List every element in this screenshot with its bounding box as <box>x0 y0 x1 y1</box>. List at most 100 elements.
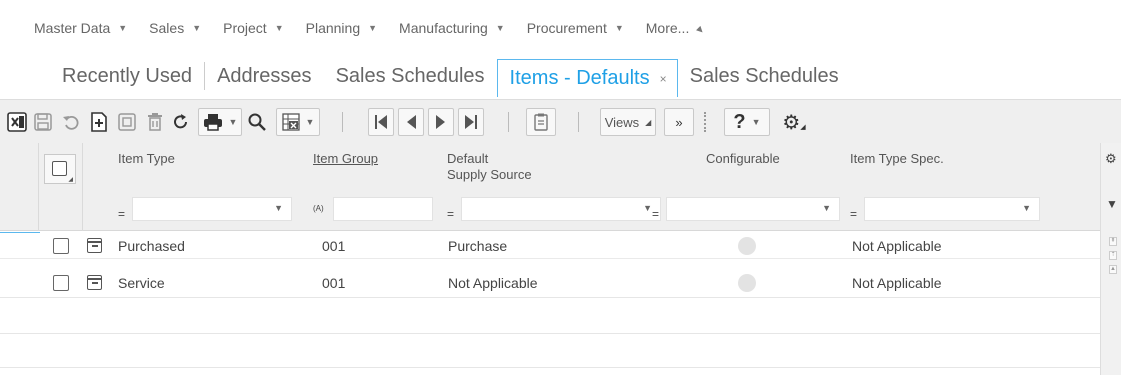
last-record-button[interactable] <box>458 108 484 136</box>
chevron-down-icon: ▼ <box>751 117 761 127</box>
grid-header: ◢ Item Type Item Group Default Supply So… <box>0 143 1121 231</box>
cell-item-type-spec: Not Applicable <box>852 238 942 254</box>
main-menu: Master Data ▼ Sales ▼ Project ▼ Planning ▼ M… <box>34 18 728 38</box>
filter-configurable: = ▼ <box>652 195 840 221</box>
chevron-down-icon: ▼ <box>192 23 202 33</box>
more-actions-button[interactable]: » <box>664 108 694 136</box>
col-item-type[interactable]: Item Type <box>118 151 175 167</box>
tab-recently-used[interactable]: Recently Used <box>62 62 206 90</box>
print-button[interactable]: ▼ <box>198 108 242 136</box>
new-record-icon[interactable] <box>88 108 110 136</box>
filter-item-type: = ▼ <box>118 195 292 221</box>
notes-button[interactable] <box>526 108 556 136</box>
scroll-up-icon[interactable]: ▲ <box>1109 265 1117 274</box>
spreadsheet-icon <box>281 113 300 131</box>
filter-item-type-input[interactable]: ▼ <box>132 197 292 221</box>
filter-item-type-spec: = ▼ <box>850 195 1040 221</box>
filter-item-type-spec-input[interactable]: ▼ <box>864 197 1040 221</box>
cell-item-type: Purchased <box>118 238 185 254</box>
toolbar-divider <box>508 112 509 132</box>
first-record-button[interactable] <box>368 108 394 136</box>
settings-gear-icon[interactable]: ⚙ ◢ <box>778 108 810 136</box>
cell-item-group: 001 <box>322 238 346 254</box>
col-item-group[interactable]: Item Group <box>313 151 378 167</box>
printer-icon <box>203 113 223 131</box>
filter-configurable-input[interactable]: ▼ <box>666 197 840 221</box>
corner-arrow-icon: ▶ <box>695 24 707 35</box>
scroll-page-up-icon[interactable]: ⇡ <box>1109 251 1117 260</box>
excel-export-icon[interactable] <box>6 108 28 136</box>
menu-procurement[interactable]: Procurement ▼ <box>527 18 624 38</box>
previous-record-button[interactable] <box>398 108 424 136</box>
chevron-down-icon: ▼ <box>614 23 624 33</box>
filter-supply-source-input[interactable]: ▼ <box>461 197 661 221</box>
menu-master-data[interactable]: Master Data ▼ <box>34 18 127 38</box>
col-default-supply-source[interactable]: Default Supply Source <box>447 151 532 183</box>
menu-project[interactable]: Project ▼ <box>223 18 284 38</box>
chevron-down-icon: ▼ <box>305 117 315 127</box>
delete-icon[interactable] <box>144 108 166 136</box>
select-all-checkbox[interactable]: ◢ <box>44 154 76 184</box>
menu-manufacturing[interactable]: Manufacturing ▼ <box>399 18 505 38</box>
toolbar: ▼ ▼ Views ◢ » ? ▼ ⚙ ◢ <box>0 99 1121 143</box>
row-detail-icon[interactable] <box>87 238 102 253</box>
menu-more[interactable]: More... ▶ <box>646 18 707 38</box>
toolbar-divider <box>342 112 343 132</box>
row-divider <box>0 333 1100 334</box>
tab-sales-schedules[interactable]: Sales Schedules <box>324 58 497 94</box>
active-row-marker <box>0 232 40 233</box>
row-divider <box>0 297 1100 298</box>
filter-supply-source: = ▼ <box>447 195 661 221</box>
next-icon <box>435 114 447 130</box>
excel-menu-button[interactable]: ▼ <box>276 108 320 136</box>
table-row[interactable]: Service 001 Not Applicable Not Applicabl… <box>0 270 1100 296</box>
last-icon <box>464 114 478 130</box>
tab-bar: Recently Used Addresses Sales Schedules … <box>62 56 851 97</box>
table-row[interactable]: Purchased 001 Purchase Not Applicable <box>0 233 1100 259</box>
col-configurable[interactable]: Configurable <box>706 151 780 167</box>
configurable-indicator <box>738 237 756 255</box>
chevron-down-icon: ▼ <box>274 23 284 33</box>
corner-arrow-icon: ◢ <box>645 117 652 127</box>
chevron-down-icon: ▼ <box>1022 203 1031 213</box>
previous-icon <box>405 114 417 130</box>
grid-side-rail: ⚙ ▼ ⇞ ⇡ ▲ <box>1100 143 1121 375</box>
chevron-down-icon: ▼ <box>643 203 652 213</box>
filter-icon[interactable]: ▼ <box>1106 197 1118 211</box>
cell-item-type: Service <box>118 275 165 291</box>
row-checkbox[interactable] <box>53 275 69 291</box>
toolbar-grip <box>704 112 706 132</box>
cell-supply-source: Not Applicable <box>448 275 538 291</box>
clipboard-icon <box>534 113 548 131</box>
row-checkbox[interactable] <box>53 238 69 254</box>
scroll-top-icon[interactable]: ⇞ <box>1109 237 1117 246</box>
save-icon[interactable] <box>32 108 54 136</box>
first-icon <box>374 114 388 130</box>
close-icon[interactable]: × <box>660 72 667 86</box>
search-icon[interactable] <box>246 108 268 136</box>
menu-sales[interactable]: Sales ▼ <box>149 18 201 38</box>
duplicate-icon[interactable] <box>116 108 138 136</box>
next-record-button[interactable] <box>428 108 454 136</box>
undo-icon[interactable] <box>60 108 82 136</box>
configurable-indicator <box>738 274 756 292</box>
tab-sales-schedules-2[interactable]: Sales Schedules <box>678 58 851 94</box>
chevron-down-icon: ▼ <box>118 23 128 33</box>
chevron-down-icon: ▼ <box>228 117 238 127</box>
chevron-down-icon: ▼ <box>274 203 283 213</box>
toolbar-divider <box>578 112 579 132</box>
column-settings-icon[interactable]: ⚙ <box>1105 151 1117 167</box>
help-button[interactable]: ? ▼ <box>724 108 770 136</box>
tab-addresses[interactable]: Addresses <box>205 58 324 94</box>
row-divider <box>0 367 1100 368</box>
col-item-type-spec[interactable]: Item Type Spec. <box>850 151 944 167</box>
cell-item-group: 001 <box>322 275 346 291</box>
views-button[interactable]: Views ◢ <box>600 108 656 136</box>
refresh-icon[interactable] <box>170 108 192 136</box>
chevron-down-icon: ▼ <box>495 23 505 33</box>
filter-item-group-input[interactable] <box>333 197 433 221</box>
row-detail-icon[interactable] <box>87 275 102 290</box>
chevron-down-icon: ▼ <box>368 23 378 33</box>
menu-planning[interactable]: Planning ▼ <box>306 18 377 38</box>
tab-items-defaults[interactable]: Items - Defaults × <box>496 59 678 97</box>
